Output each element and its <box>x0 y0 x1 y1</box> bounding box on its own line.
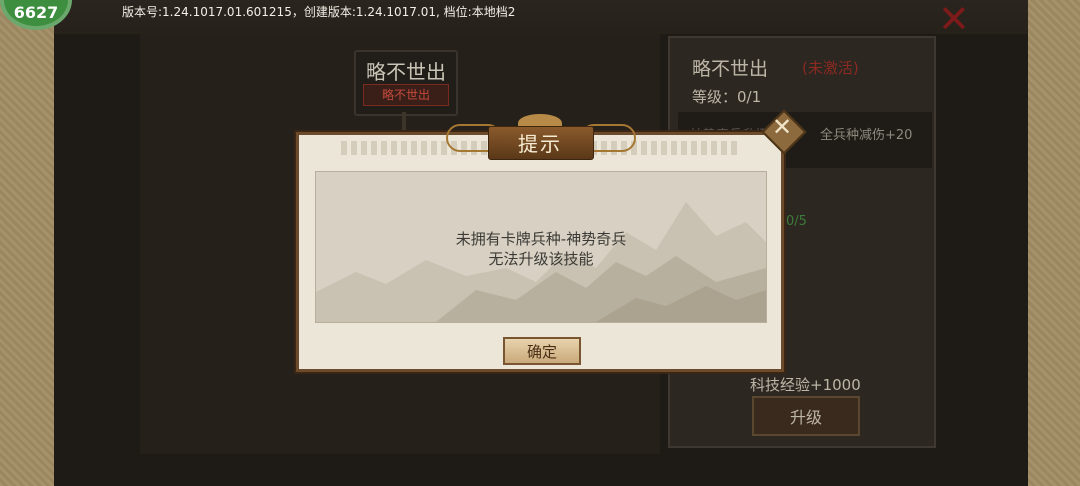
effect-right-text: 全兵种减伤+20 <box>820 128 913 143</box>
skill-title: 略不世出 <box>692 58 769 80</box>
close-icon[interactable]: ✕ <box>938 0 970 38</box>
message-line-2: 无法升级该技能 <box>488 250 594 268</box>
dialog-title: 提示 <box>518 132 562 156</box>
dialog-title-plate: 提示 <box>444 114 636 160</box>
message-line-1: 未拥有卡牌兵种-神势奇兵 <box>455 230 627 248</box>
skill-status: (未激活) <box>802 59 859 77</box>
skill-node-title: 略不世出 <box>366 60 446 84</box>
version-info: 版本号:1.24.1017.01.601215，创建版本:1.24.1017.0… <box>122 5 516 19</box>
progress-count: 0/5 <box>786 214 807 229</box>
left-frame <box>0 0 57 486</box>
skill-level: 等级：0/1 <box>692 88 762 106</box>
skill-node[interactable]: 略不世出 略不世出 <box>354 50 458 116</box>
message-panel: 未拥有卡牌兵种-神势奇兵 无法升级该技能 <box>315 171 767 323</box>
skill-node-connector <box>402 112 406 134</box>
confirm-button[interactable]: 确定 <box>503 337 581 365</box>
exp-reward: 科技经验+1000 <box>750 376 861 394</box>
prompt-dialog: 未拥有卡牌兵种-神势奇兵 无法升级该技能 确定 <box>296 132 784 372</box>
upgrade-button[interactable]: 升级 <box>752 396 860 436</box>
dialog-close-button[interactable]: ✕ <box>761 109 807 155</box>
right-frame <box>1025 0 1080 486</box>
skill-node-tag: 略不世出 <box>363 84 449 106</box>
power-value: 6627 <box>13 3 59 22</box>
close-icon: ✕ <box>771 113 793 141</box>
